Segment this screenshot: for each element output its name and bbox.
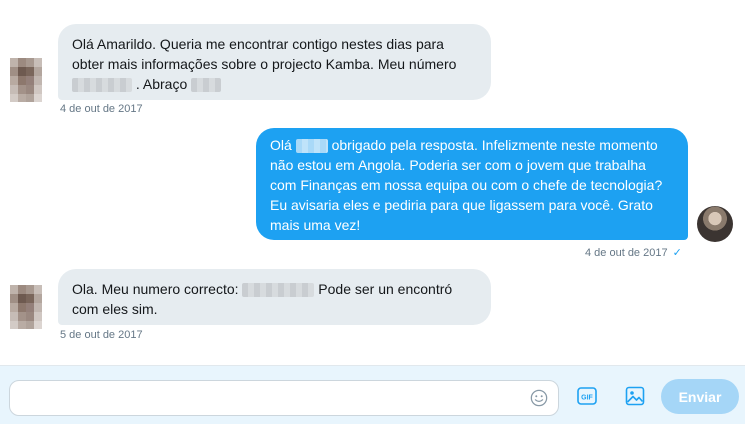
timestamp-text: 4 de out de 2017 [585, 247, 668, 259]
message-text: Pode ser un encontró [318, 281, 453, 297]
gif-icon[interactable]: GIF [577, 387, 597, 405]
send-button[interactable]: Enviar [661, 379, 739, 414]
message-line: com Finanças em nossa equipa ou com o ch… [270, 177, 663, 193]
message-line: não estou em Angola. Poderia ser com o j… [270, 157, 646, 173]
message-line: obter mais informações sobre o projecto … [72, 56, 457, 72]
message-text: Ola. Meu numero correcto: [72, 281, 239, 297]
conversation-thread: Olá Amarildo. Queria me encontrar contig… [0, 0, 745, 365]
message-text: . Abraço [135, 76, 188, 92]
message-line: Olá Amarildo. Queria me encontrar contig… [72, 36, 444, 52]
redacted-text [72, 78, 132, 93]
message-bubble-incoming: Ola. Meu numero correcto: Pode ser un en… [58, 269, 491, 325]
message-input-container[interactable] [9, 380, 559, 416]
message-timestamp: 4 de out de 2017 ✓ [585, 246, 682, 259]
message-timestamp: 5 de out de 2017 [60, 329, 143, 341]
message-line: com eles sim. [72, 301, 158, 317]
message-text: obrigado pela resposta. Infelizmente nes… [331, 137, 658, 153]
message-line: Eu avisaria eles e pediria para que liga… [270, 197, 653, 213]
redacted-text [242, 283, 315, 298]
user-avatar[interactable] [697, 206, 733, 242]
message-text: Olá [270, 137, 292, 153]
check-icon: ✓ [672, 247, 682, 259]
redacted-text [295, 139, 328, 154]
message-line-redacted: Ola. Meu numero correcto: Pode ser un en… [72, 279, 477, 299]
message-timestamp: 4 de out de 2017 [60, 103, 143, 115]
message-bubble-outgoing: Olá obrigado pela resposta. Infelizmente… [256, 128, 688, 240]
message-line-redacted: . Abraço [72, 74, 477, 94]
redacted-text [191, 78, 222, 93]
sender-avatar[interactable] [10, 285, 42, 329]
image-icon[interactable] [625, 386, 645, 406]
gif-label: GIF [581, 395, 593, 402]
emoji-icon[interactable] [530, 389, 548, 407]
message-input[interactable] [22, 389, 526, 409]
message-bubble-incoming: Olá Amarildo. Queria me encontrar contig… [58, 24, 491, 100]
sender-avatar[interactable] [10, 58, 42, 102]
message-line-redacted: Olá obrigado pela resposta. Infelizmente… [270, 135, 674, 155]
message-line: mais uma vez! [270, 217, 361, 233]
